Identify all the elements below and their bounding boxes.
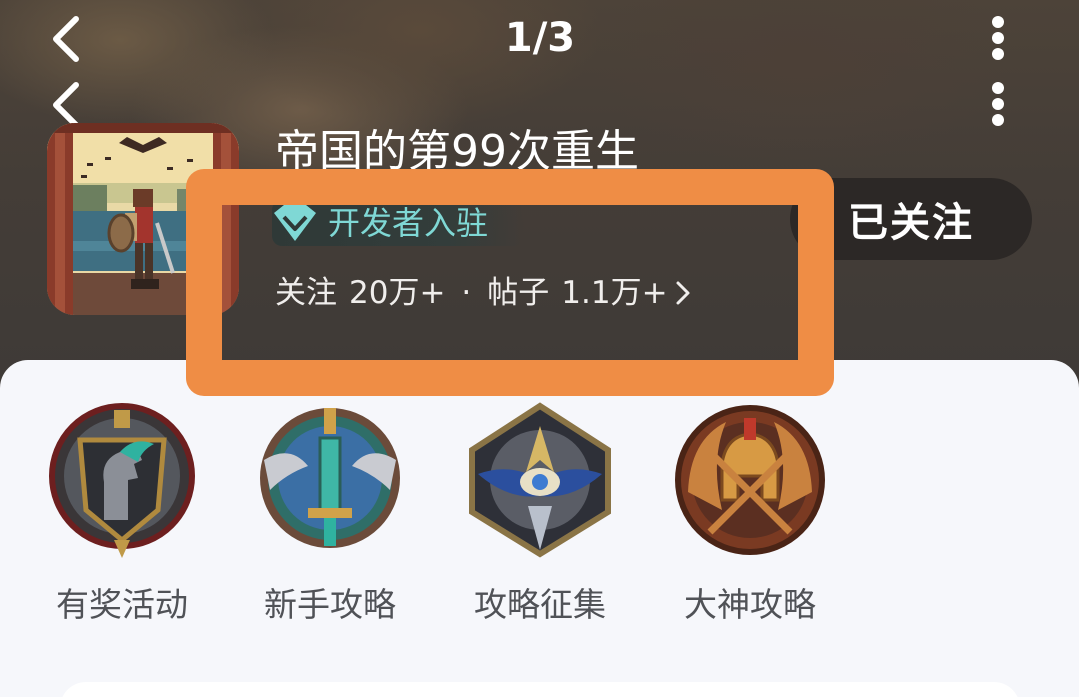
follow-button[interactable]: 已关注 [790,178,1032,260]
back-button[interactable] [40,12,90,66]
winged-sword-emblem-icon [260,408,400,548]
developer-badge-label: 开发者入驻 [328,204,489,242]
developer-badge[interactable]: 开发者入驻 [272,200,525,246]
page-indicator: 1/3 [504,15,576,61]
more-button[interactable] [978,12,1018,64]
chevron-left-icon [53,82,79,128]
posts-label: 帖子 [487,275,550,311]
more-button-secondary[interactable] [978,78,1018,130]
knight-emblem-icon [49,403,195,558]
game-icon[interactable] [47,123,239,315]
spartan-helmet-emblem-icon [675,405,825,555]
more-vertical-icon [992,16,1004,60]
entry-label: 大神攻略 [684,585,816,624]
chevron-right-icon [676,281,690,305]
entry-guide-collection[interactable]: 攻略征集 [450,400,630,628]
bottom-card [60,682,1020,697]
entry-rewards-activity[interactable]: 有奖活动 [32,400,212,628]
stats-separator: · [461,275,472,311]
entry-expert-guide[interactable]: 大神攻略 [660,400,840,628]
followers-label: 关注 [275,275,337,311]
game-stats[interactable]: 关注 20万+ · 帖子 1.1万+ [275,270,692,316]
game-title: 帝国的第99次重生 [275,126,639,177]
diamond-icon [274,205,316,241]
entry-beginner-guide[interactable]: 新手攻略 [240,400,420,628]
pixel-warrior-artwork [47,123,239,315]
entry-label: 新手攻略 [264,585,396,624]
eye-emblem-icon [469,402,611,558]
entry-label: 有奖活动 [56,585,188,624]
entry-label: 攻略征集 [474,585,606,624]
more-vertical-icon [992,82,1004,126]
chevron-left-icon [53,16,79,62]
followers-count: 20万+ [349,275,446,311]
posts-count: 1.1万+ [561,275,668,311]
